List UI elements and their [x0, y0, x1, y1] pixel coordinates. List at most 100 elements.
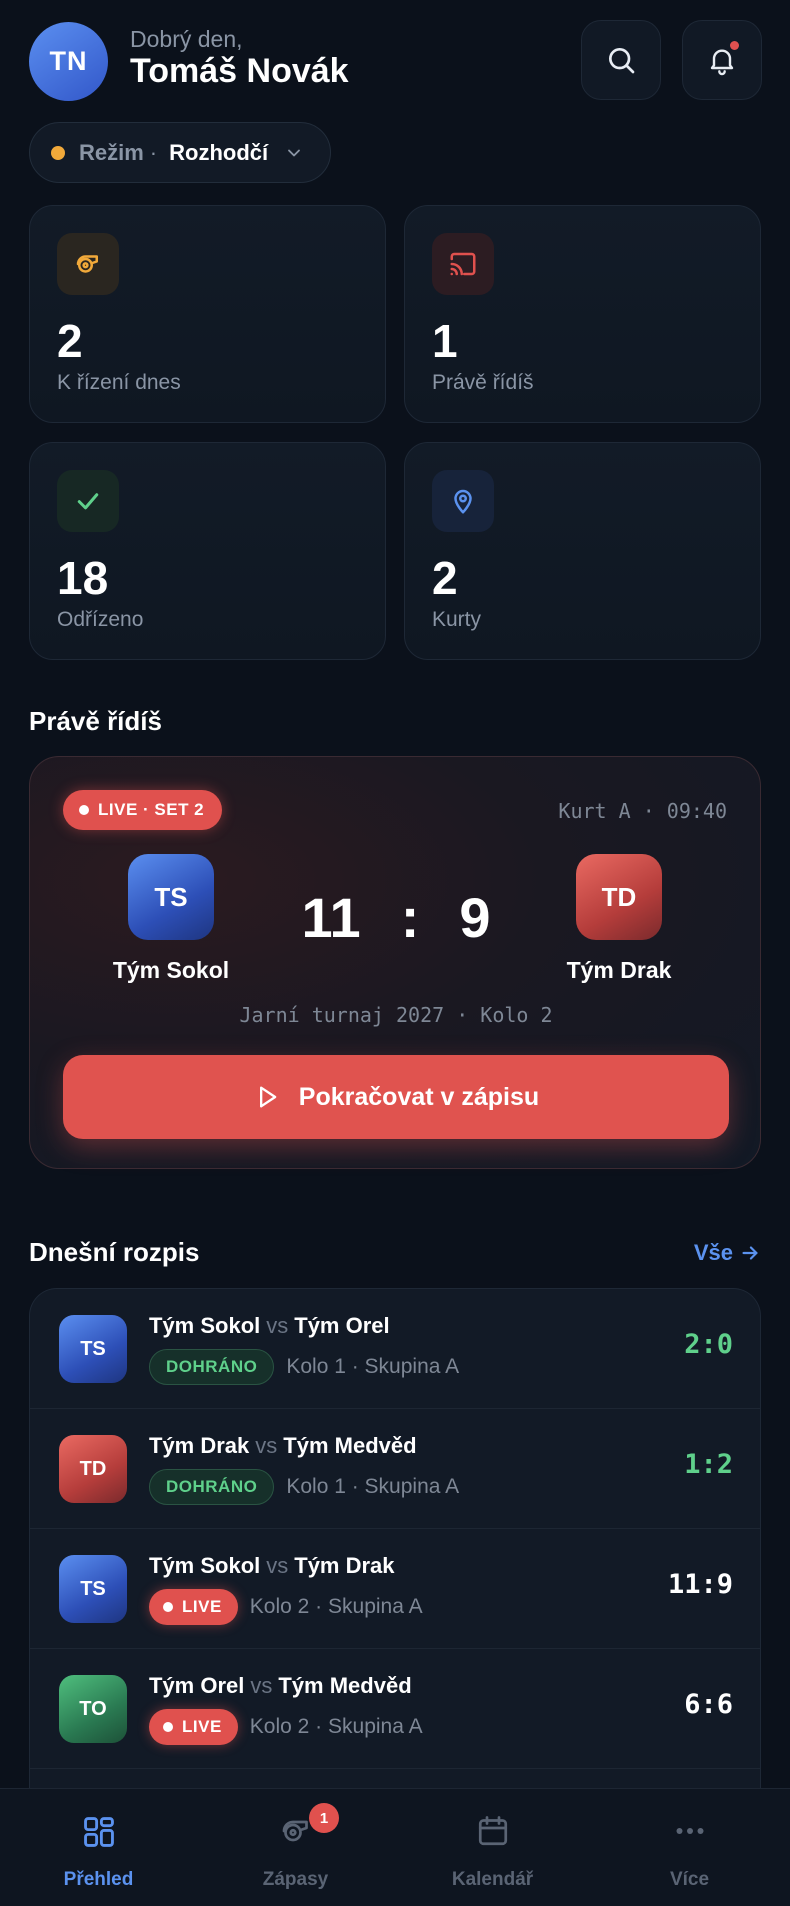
live-match-card[interactable]: LIVE · SET 2 Kurt A · 09:40 TS Tým Sokol… [29, 756, 761, 1169]
vs-label: vs [266, 1553, 289, 1578]
schedule-row[interactable]: TD Tým Drak vs Tým Medvěd DOHRÁNO Kolo 1 ·… [30, 1409, 760, 1529]
nav-item-more[interactable]: Více [591, 1789, 788, 1906]
match-result: 11:9 [667, 1569, 733, 1600]
search-button[interactable] [581, 20, 661, 100]
mode-separator: · [149, 139, 158, 165]
bottom-nav: Přehled Zápasy 1 Kalendář Více [0, 1788, 790, 1906]
tournament-info: Jarní turnaj 2027 · Kolo 2 [239, 1003, 553, 1027]
mode-label: Režim [79, 139, 144, 165]
score-away: 9 [459, 886, 491, 949]
continue-button-label: Pokračovat v zápisu [298, 1082, 540, 1111]
user-name: Tomáš Novák [130, 52, 349, 90]
home-team: Tým Drak [149, 1433, 250, 1458]
mode-selector[interactable]: Režim · Rozhodčí [29, 122, 331, 183]
app-screen: TN Dobrý den, Tomáš Novák Režim · Rozhod… [0, 0, 790, 1906]
matches-count-badge: 1 [309, 1803, 339, 1833]
section-title-schedule: Dnešní rozpis [29, 1237, 200, 1267]
team-logo: TS [59, 1555, 127, 1623]
notifications-button[interactable] [682, 20, 762, 100]
score-home: 11 [301, 886, 361, 949]
status-badge: LIVE [149, 1589, 238, 1625]
match-meta: DOHRÁNO Kolo 1 · Skupina A [149, 1349, 459, 1385]
see-all-label: Vše [693, 1240, 733, 1265]
play-icon [259, 1086, 277, 1108]
schedule-row[interactable]: TO Tým Orel vs Tým Medvěd LIVE Kolo 2 · Sk… [30, 1649, 760, 1769]
status-badge: DOHRÁNO [149, 1349, 275, 1385]
team-logo: TO [59, 1675, 127, 1743]
stat-value: 2 [57, 315, 83, 367]
match-meta: DOHRÁNO Kolo 1 · Skupina A [149, 1469, 459, 1505]
away-team: Tým Medvěd [283, 1433, 417, 1458]
court-time: Kurt A · 09:40 [558, 799, 727, 823]
whistle-icon [197, 1813, 394, 1849]
away-team-name: Tým Drak [566, 957, 672, 983]
match-teams: Tým Sokol vs Tým Orel [149, 1313, 390, 1339]
home-team: Tým Sokol [149, 1553, 261, 1578]
live-badge-label: LIVE · SET 2 [98, 800, 205, 819]
match-teams: Tým Sokol vs Tým Drak [149, 1553, 395, 1579]
away-team: Tým Orel [294, 1313, 390, 1338]
stat-card-refereeing-now[interactable]: 1 Právě řídíš [404, 205, 761, 423]
status-badge: LIVE [149, 1709, 238, 1745]
arrow-right-icon [742, 1246, 758, 1260]
stat-value: 1 [432, 315, 458, 367]
stat-card-refereed[interactable]: 18 Odřízeno [29, 442, 386, 660]
home-team: Tým Sokol [149, 1313, 261, 1338]
header: TN Dobrý den, Tomáš Novák [29, 20, 762, 101]
live-dot [79, 805, 89, 815]
team-logo: TD [59, 1435, 127, 1503]
match-teams: Tým Orel vs Tým Medvěd [149, 1673, 412, 1699]
schedule-row[interactable]: TS Tým Sokol vs Tým Drak LIVE Kolo 2 · Sku… [30, 1529, 760, 1649]
match-result: 6:6 [684, 1689, 733, 1720]
section-title-live: Právě řídíš [29, 706, 162, 736]
stat-card-courts[interactable]: 2 Kurty [404, 442, 761, 660]
chevron-down-icon [284, 143, 304, 163]
whistle-icon [57, 233, 119, 295]
away-team: Tým Medvěd [278, 1673, 412, 1698]
score-separator: : [400, 886, 420, 949]
live-badge: LIVE · SET 2 [63, 790, 223, 830]
vs-label: vs [250, 1673, 273, 1698]
team-logo: TS [59, 1315, 127, 1383]
match-info: Kolo 2 · Skupina A [249, 1595, 423, 1618]
match-meta: LIVE Kolo 2 · Skupina A [149, 1589, 423, 1625]
grid-icon [0, 1813, 197, 1851]
status-label: LIVE [182, 1597, 222, 1616]
notification-dot [730, 41, 739, 50]
check-icon [57, 470, 119, 532]
match-result: 1:2 [684, 1449, 733, 1480]
match-meta: LIVE Kolo 2 · Skupina A [149, 1709, 423, 1745]
search-icon [609, 48, 635, 74]
nav-label: Více [669, 1869, 710, 1890]
avatar[interactable]: TN [29, 22, 108, 101]
match-teams: Tým Drak vs Tým Medvěd [149, 1433, 417, 1459]
match-info: Kolo 2 · Skupina A [249, 1715, 423, 1738]
status-label: LIVE [182, 1717, 222, 1736]
live-dot [163, 1722, 173, 1732]
schedule-row[interactable]: TS Tým Sokol vs Tým Orel DOHRÁNO Kolo 1 · … [30, 1289, 760, 1409]
continue-recording-button[interactable]: Pokračovat v zápisu [63, 1055, 729, 1139]
schedule-list: TS Tým Sokol vs Tým Orel DOHRÁNO Kolo 1 · … [29, 1288, 761, 1808]
calendar-icon [394, 1813, 591, 1849]
map-pin-icon [432, 470, 494, 532]
stat-card-to-referee-today[interactable]: 2 K řízení dnes [29, 205, 386, 423]
mode-status-dot [51, 145, 65, 160]
stat-value: 18 [57, 552, 109, 604]
nav-label: Zápasy [262, 1869, 329, 1890]
away-team: Tým Drak [294, 1553, 395, 1578]
see-all-link[interactable]: Vše [694, 1240, 761, 1266]
vs-label: vs [255, 1433, 278, 1458]
greeting: Dobrý den, [130, 26, 243, 52]
match-info: Kolo 1 · Skupina A [286, 1475, 460, 1498]
home-team-name: Tým Sokol [112, 957, 230, 983]
stat-value: 2 [432, 552, 458, 604]
nav-label: Kalendář [451, 1869, 534, 1890]
nav-label: Přehled [63, 1869, 134, 1890]
match-info: Kolo 1 · Skupina A [286, 1355, 460, 1378]
nav-item-calendar[interactable]: Kalendář [394, 1789, 591, 1906]
nav-item-matches[interactable]: Zápasy [197, 1789, 394, 1906]
nav-item-overview[interactable]: Přehled [0, 1789, 197, 1906]
match-result: 2:0 [684, 1329, 733, 1360]
stat-label: Kurty [432, 608, 482, 631]
live-dot [163, 1602, 173, 1612]
